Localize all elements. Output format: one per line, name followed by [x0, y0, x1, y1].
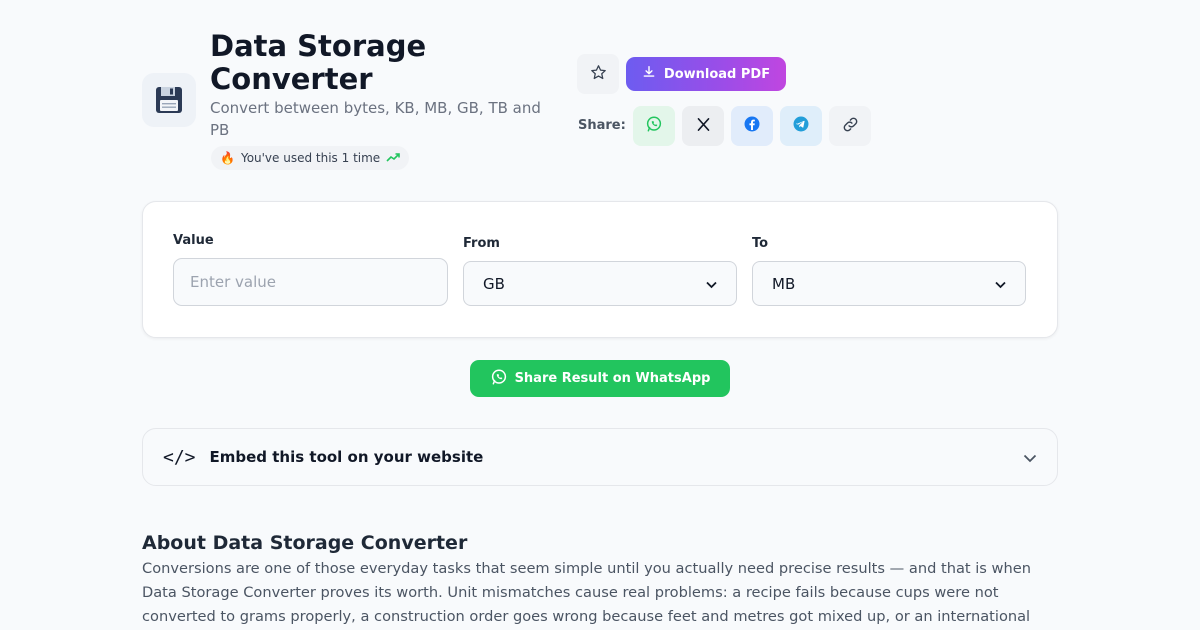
- share-x-button[interactable]: [682, 106, 724, 146]
- download-pdf-label: Download PDF: [663, 66, 771, 82]
- to-label: To: [752, 236, 769, 251]
- link-icon: [842, 116, 859, 137]
- page: Data Storage Converter Convert between b…: [0, 0, 1200, 630]
- share-facebook-button[interactable]: [731, 106, 773, 146]
- share-whatsapp-button[interactable]: [633, 106, 675, 146]
- whatsapp-icon: [490, 368, 508, 390]
- facebook-icon: [743, 115, 761, 137]
- favorite-button[interactable]: [577, 54, 619, 94]
- to-unit-value: MB: [772, 274, 796, 293]
- to-unit-select[interactable]: MB: [752, 261, 1026, 306]
- page-subtitle: Convert between bytes, KB, MB, GB, TB an…: [210, 99, 541, 139]
- value-input[interactable]: [173, 258, 448, 306]
- chevron-down-icon: [995, 275, 1006, 293]
- page-title: Data Storage Converter: [210, 29, 427, 96]
- from-unit-value: GB: [483, 274, 505, 293]
- about-title: About Data Storage Converter: [142, 532, 468, 554]
- whatsapp-icon: [645, 115, 663, 137]
- telegram-icon: [792, 115, 810, 137]
- from-unit-select[interactable]: GB: [463, 261, 737, 306]
- x-logo-icon: [696, 117, 711, 136]
- floppy-disk-icon: [142, 73, 196, 127]
- embed-title: Embed this tool on your website: [209, 448, 484, 466]
- download-icon: [642, 65, 656, 83]
- usage-badge-text: You've used this 1 time: [240, 151, 381, 165]
- share-result-whatsapp-button[interactable]: Share Result on WhatsApp: [470, 360, 730, 397]
- embed-accordion[interactable]: </> Embed this tool on your website: [142, 428, 1058, 486]
- fire-icon: 🔥: [220, 151, 235, 165]
- copy-link-button[interactable]: [829, 106, 871, 146]
- code-icon: </>: [163, 446, 196, 468]
- share-label: Share:: [578, 118, 626, 133]
- about-body: Conversions are one of those everyday ta…: [142, 560, 1031, 625]
- download-pdf-button[interactable]: Download PDF: [626, 57, 786, 91]
- value-label: Value: [173, 233, 214, 248]
- trending-up-icon: [386, 151, 400, 165]
- share-result-label: Share Result on WhatsApp: [514, 371, 711, 386]
- star-icon: [590, 64, 607, 85]
- usage-badge: 🔥 You've used this 1 time: [211, 146, 410, 170]
- chevron-down-icon: [1023, 448, 1037, 467]
- chevron-down-icon: [706, 275, 717, 293]
- from-label: From: [463, 236, 500, 251]
- share-telegram-button[interactable]: [780, 106, 822, 146]
